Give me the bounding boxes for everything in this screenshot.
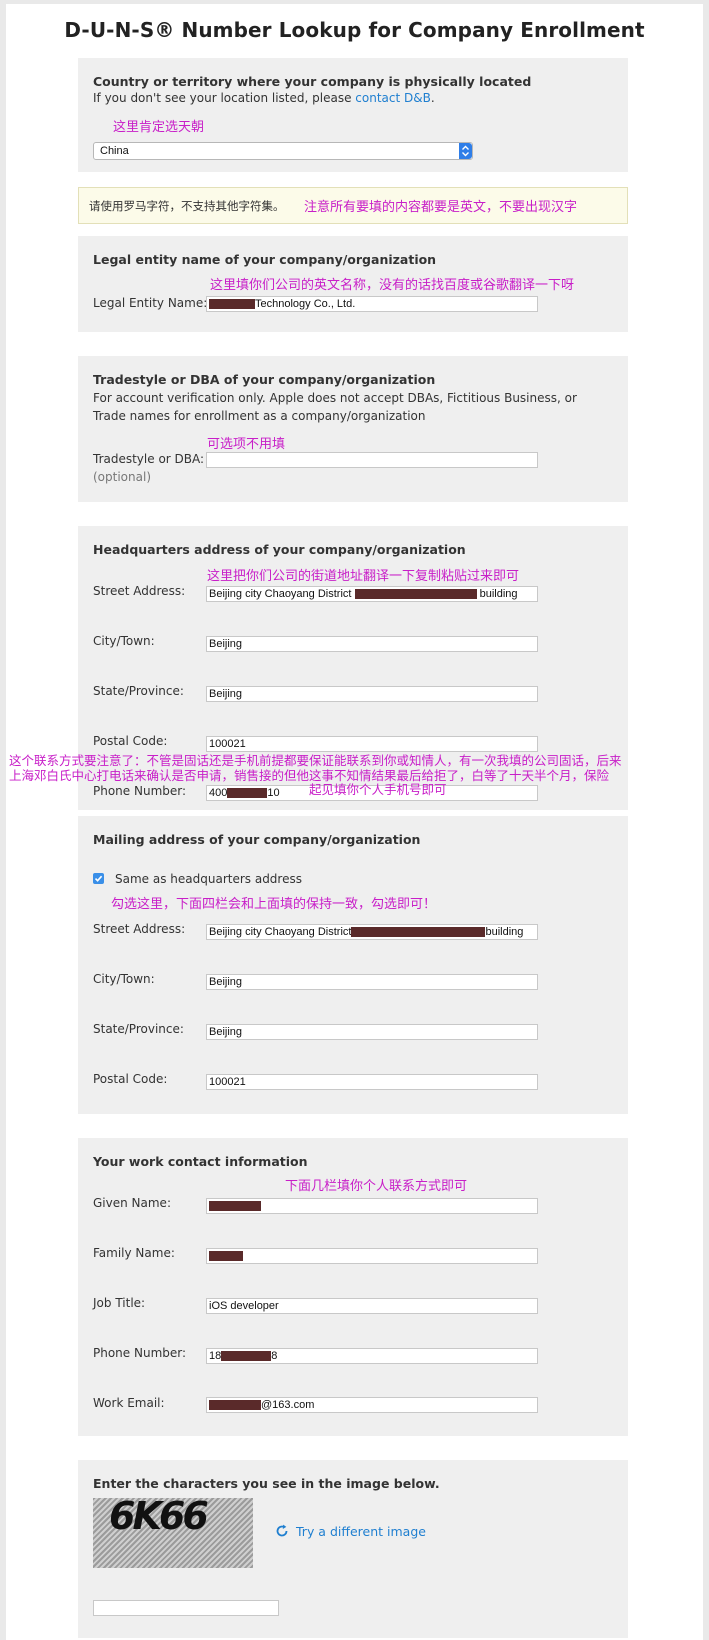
- mailing-heading: Mailing address of your company/organiza…: [93, 832, 421, 847]
- hq-postal-label: Postal Code:: [93, 734, 168, 748]
- annotation-charset: 注意所有要填的内容都要是英文，不要出现汉字: [304, 200, 578, 215]
- family-name-label: Family Name:: [93, 1246, 175, 1260]
- annotation-tradestyle: 可选项不用填: [207, 437, 286, 452]
- legal-entity-heading: Legal entity name of your company/organi…: [93, 252, 437, 267]
- tradestyle-description: For account verification only. Apple doe…: [93, 391, 577, 423]
- annotation-mailing: 勾选这里，下面四栏会和上面填的保持一致，勾选即可！: [111, 897, 437, 912]
- hq-state-value: Beijing: [209, 688, 243, 700]
- captcha-image-text: 6K66: [109, 1498, 209, 1538]
- contact-dnb-link[interactable]: contact D&B: [355, 91, 431, 105]
- mail-street-label: Street Address:: [93, 922, 186, 936]
- tradestyle-label: Tradestyle or DBA:: [93, 452, 205, 466]
- given-name-input[interactable]: [206, 1198, 538, 1214]
- tradestyle-optional: (optional): [93, 470, 151, 484]
- hq-phone-label: Phone Number:: [93, 784, 187, 798]
- country-heading: Country or territory where your company …: [93, 74, 532, 89]
- work-email-label: Work Email:: [93, 1396, 165, 1410]
- country-select-value: China: [100, 145, 129, 157]
- mail-street-value: Beijing city Chaoyang District: [209, 926, 352, 938]
- hq-street-value: Beijing city Chaoyang District: [209, 588, 352, 600]
- annotation-street: 这里把你们公司的街道地址翻译一下复制粘贴过来即可: [207, 569, 520, 584]
- country-help-suffix: .: [430, 91, 435, 105]
- country-help-text: If you don't see your location listed, p…: [93, 89, 435, 107]
- hq-phone-suffix: 10: [267, 787, 280, 799]
- mail-postal-label: Postal Code:: [93, 1072, 168, 1086]
- annotation-phone-line3: 起见填你个人手机号即可: [309, 782, 447, 797]
- mail-city-value: Beijing: [209, 976, 243, 988]
- captcha-panel: Enter the characters you see in the imag…: [78, 1460, 628, 1638]
- redaction-mark: [209, 1201, 261, 1212]
- select-arrows-icon: [459, 143, 472, 159]
- mail-postal-value: 100021: [209, 1076, 246, 1088]
- contact-phone-suffix: 8: [271, 1350, 278, 1362]
- hq-postal-value: 100021: [209, 738, 246, 750]
- job-title-input[interactable]: iOS developer: [206, 1298, 538, 1314]
- redaction-mark: [354, 589, 477, 600]
- hq-phone-prefix: 400: [209, 787, 228, 799]
- hq-street-input[interactable]: Beijing city Chaoyang District building: [206, 586, 538, 602]
- checkmark-icon: [94, 875, 103, 882]
- hq-city-value: Beijing: [209, 638, 243, 650]
- tradestyle-input[interactable]: [206, 452, 538, 468]
- contact-heading: Your work contact information: [93, 1154, 308, 1169]
- same-as-hq-checkbox[interactable]: [93, 873, 104, 884]
- job-title-value: iOS developer: [209, 1300, 279, 1312]
- captcha-input[interactable]: [93, 1600, 279, 1616]
- mail-state-input[interactable]: Beijing: [206, 1024, 538, 1040]
- same-as-hq-label[interactable]: Same as headquarters address: [115, 870, 302, 888]
- hq-state-label: State/Province:: [93, 684, 184, 698]
- tradestyle-heading: Tradestyle or DBA of your company/organi…: [93, 372, 436, 387]
- redaction-mark: [221, 1351, 272, 1362]
- redaction-mark: [351, 927, 486, 938]
- redaction-mark: [209, 1251, 243, 1262]
- country-select[interactable]: China: [93, 142, 473, 160]
- refresh-icon[interactable]: [274, 1523, 290, 1544]
- hq-street-suffix: building: [479, 588, 518, 600]
- annotation-contact: 下面几栏填你个人联系方式即可: [285, 1179, 468, 1194]
- mail-state-label: State/Province:: [93, 1022, 184, 1036]
- hq-state-input[interactable]: Beijing: [206, 686, 538, 702]
- redaction-mark: [227, 788, 268, 799]
- job-title-label: Job Title:: [93, 1296, 146, 1310]
- redaction-mark: [209, 299, 255, 310]
- work-email-input[interactable]: @163.com: [206, 1397, 538, 1413]
- legal-entity-label: Legal Entity Name:: [93, 296, 208, 310]
- hq-city-input[interactable]: Beijing: [206, 636, 538, 652]
- mail-city-label: City/Town:: [93, 972, 155, 986]
- contact-phone-prefix: 18: [209, 1350, 222, 1362]
- mail-city-input[interactable]: Beijing: [206, 974, 538, 990]
- mail-street-suffix: building: [485, 926, 524, 938]
- headquarters-heading: Headquarters address of your company/org…: [93, 542, 466, 557]
- contact-phone-label: Phone Number:: [93, 1346, 187, 1360]
- redaction-mark: [209, 1400, 261, 1411]
- mail-postal-input[interactable]: 100021: [206, 1074, 538, 1090]
- page-title: D-U-N-S® Number Lookup for Company Enrol…: [64, 18, 645, 42]
- given-name-label: Given Name:: [93, 1196, 171, 1210]
- work-email-suffix: @163.com: [261, 1399, 315, 1411]
- legal-entity-input[interactable]: Technology Co., Ltd.: [206, 296, 538, 312]
- tradestyle-panel: Tradestyle or DBA of your company/organi…: [78, 356, 628, 502]
- annotation-legal: 这里填你们公司的英文名称，没有的话找百度或谷歌翻译一下呀: [210, 278, 575, 293]
- mailing-panel: Mailing address of your company/organiza…: [78, 816, 628, 1114]
- mail-state-value: Beijing: [209, 1026, 243, 1038]
- hq-street-label: Street Address:: [93, 584, 186, 598]
- mail-street-input[interactable]: Beijing city Chaoyang District building: [206, 924, 538, 940]
- family-name-input[interactable]: [206, 1248, 538, 1264]
- captcha-image: 6K66: [93, 1498, 253, 1568]
- captcha-heading: Enter the characters you see in the imag…: [93, 1476, 440, 1491]
- try-different-image-link[interactable]: Try a different image: [296, 1524, 426, 1539]
- contact-phone-input[interactable]: 18 8: [206, 1348, 538, 1364]
- country-panel: Country or territory where your company …: [78, 58, 628, 172]
- hq-city-label: City/Town:: [93, 634, 155, 648]
- charset-notice-text: 请使用罗马字符，不支持其他字符集。: [89, 199, 285, 213]
- country-help-prefix: If you don't see your location listed, p…: [93, 91, 356, 105]
- annotation-country: 这里肯定选天朝: [113, 120, 205, 135]
- legal-entity-value: Technology Co., Ltd.: [255, 298, 356, 310]
